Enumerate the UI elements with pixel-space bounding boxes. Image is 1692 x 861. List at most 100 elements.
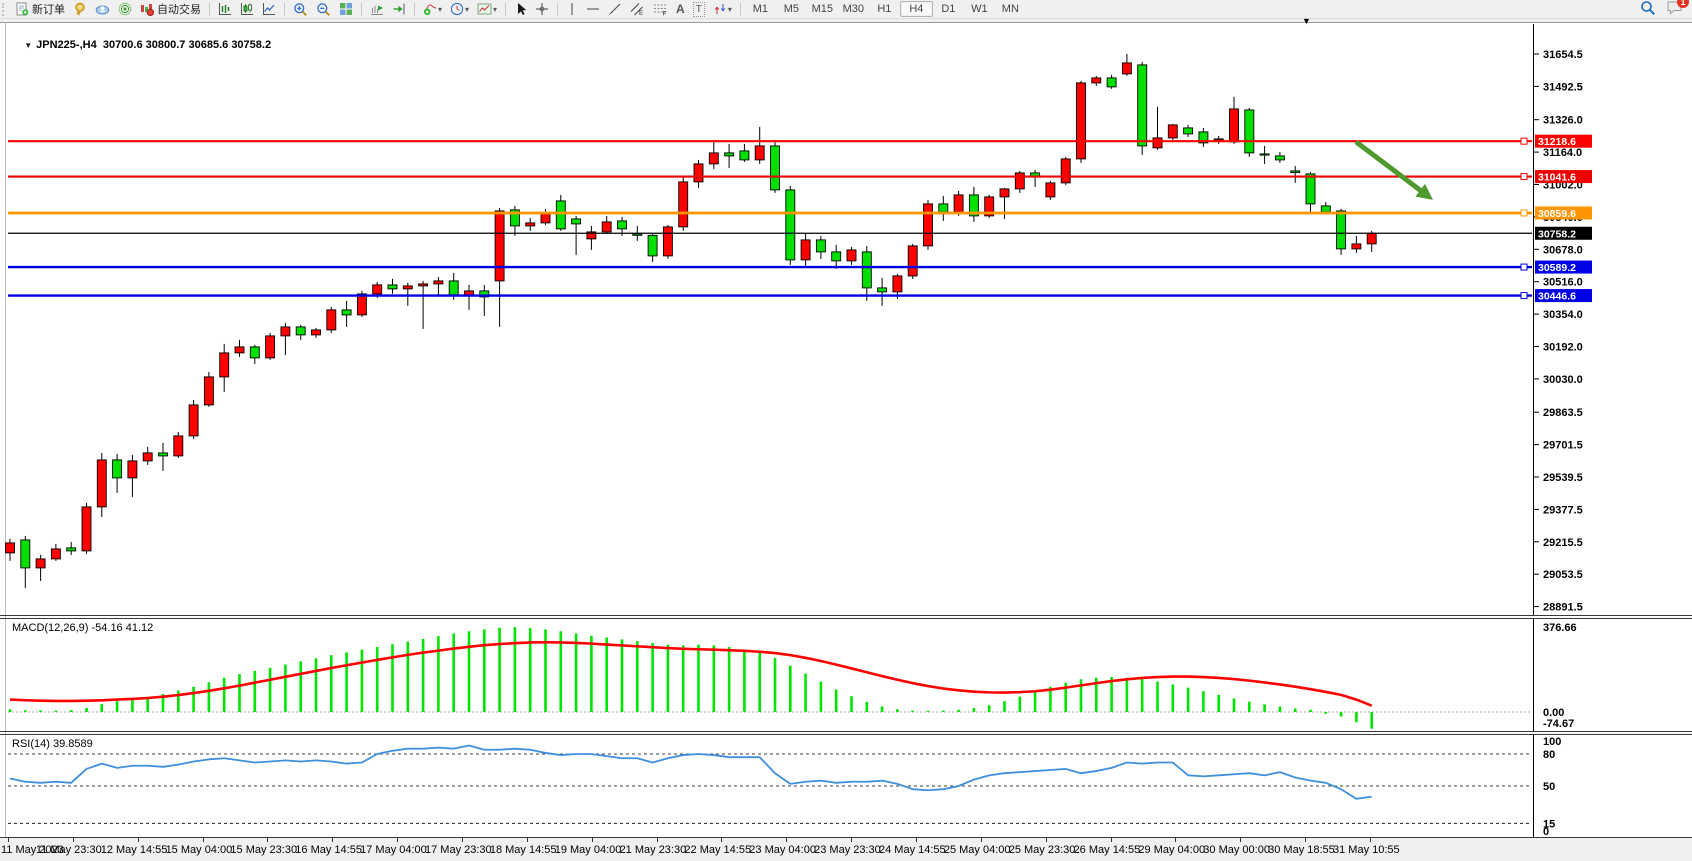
seal-button[interactable] xyxy=(69,0,91,18)
date-tick xyxy=(1240,838,1241,842)
trend-arrow-shaft[interactable] xyxy=(1356,142,1425,194)
hline-endpoint[interactable] xyxy=(1521,174,1527,180)
candle xyxy=(174,436,183,456)
timeframe-m5[interactable]: M5 xyxy=(776,2,807,16)
line-chart-button[interactable] xyxy=(258,0,280,18)
signals-button[interactable] xyxy=(114,0,136,18)
chat-button[interactable]: 1 xyxy=(1666,0,1684,18)
periodicity-button[interactable]: ▾ xyxy=(446,0,473,18)
auto-scroll-button[interactable] xyxy=(366,0,388,18)
candle xyxy=(755,146,764,160)
candle xyxy=(832,252,841,261)
candle xyxy=(51,549,60,559)
text-icon: A xyxy=(676,3,685,16)
hline-31041.6[interactable]: 31041.6 xyxy=(8,170,1592,184)
timeframe-h1[interactable]: H1 xyxy=(869,2,900,16)
chevron-down-icon: ▾ xyxy=(438,5,442,14)
horizontal-line-button[interactable] xyxy=(582,0,604,18)
arrows-button[interactable]: ▾ xyxy=(709,0,736,18)
hline-30859.6[interactable]: 30859.6 xyxy=(8,206,1592,220)
auto-trading-button[interactable]: 自动交易 xyxy=(136,0,205,18)
add-indicator-button[interactable]: ▾ xyxy=(419,0,446,18)
macd-panel[interactable]: 376.660.00-74.67 xyxy=(0,619,1692,731)
main-chart[interactable]: 31654.531492.531326.031164.031002.030840… xyxy=(0,24,1692,615)
community-button[interactable] xyxy=(91,0,114,18)
rsi-panel[interactable]: 1008050150 xyxy=(0,735,1692,837)
timeframe-m1[interactable]: M1 xyxy=(745,2,776,16)
symbol-ohlc-line[interactable]: ▼JPN225-,H4 30700.6 30800.7 30685.6 3075… xyxy=(12,27,271,63)
zoom-in-icon xyxy=(293,2,308,17)
timeframe-m15[interactable]: M15 xyxy=(807,2,838,16)
timeframe-h4[interactable]: H4 xyxy=(900,1,933,17)
hline-price-label: 31218.6 xyxy=(1538,136,1576,148)
hline-31218.6[interactable]: 31218.6 xyxy=(8,135,1592,149)
text-button[interactable]: A xyxy=(672,0,689,18)
candle xyxy=(1337,211,1346,249)
date-tick xyxy=(138,838,139,842)
candle xyxy=(816,240,825,252)
trendline-button[interactable] xyxy=(604,0,626,18)
hline-30758.2[interactable]: 30758.2 xyxy=(8,227,1592,241)
price-tick-label: 29053.5 xyxy=(1543,569,1583,581)
date-tick xyxy=(721,838,722,842)
high-value: 30800.7 xyxy=(146,39,186,51)
candle xyxy=(312,330,321,335)
panel-separator[interactable] xyxy=(0,731,1692,732)
hline-endpoint[interactable] xyxy=(1521,293,1527,299)
date-axis[interactable]: 11 May 202311 May 23:3012 May 14:5515 Ma… xyxy=(0,838,1692,861)
text-label-button[interactable]: T xyxy=(689,0,709,18)
hline-endpoint[interactable] xyxy=(1521,264,1527,270)
date-label: 18 May 14:55 xyxy=(490,844,557,856)
hline-price-label: 30589.2 xyxy=(1538,262,1576,274)
date-tick xyxy=(916,838,917,842)
candle xyxy=(403,286,412,289)
candle xyxy=(1122,63,1131,74)
tile-windows-button[interactable] xyxy=(335,0,357,18)
hline-30446.6[interactable]: 30446.6 xyxy=(8,289,1592,303)
hline-endpoint[interactable] xyxy=(1521,138,1527,144)
one-click-trading-icon[interactable]: ▼ xyxy=(24,41,32,50)
zoom-in-button[interactable] xyxy=(289,0,312,18)
candle xyxy=(1168,125,1177,138)
cursor-button[interactable] xyxy=(510,0,531,18)
hline-30589.2[interactable]: 30589.2 xyxy=(8,261,1592,275)
timeframe-w1[interactable]: W1 xyxy=(964,2,995,16)
price-tick-label: 31164.0 xyxy=(1543,147,1582,159)
templates-button[interactable]: ▾ xyxy=(473,0,501,18)
candle xyxy=(113,460,122,478)
crosshair-button[interactable] xyxy=(531,0,553,18)
candle xyxy=(266,336,275,358)
candle xyxy=(143,453,152,461)
zoom-out-icon xyxy=(316,2,331,17)
date-label: 21 May 23:30 xyxy=(620,844,687,856)
chart-shift-marker-icon[interactable]: ▼ xyxy=(1302,16,1311,26)
timeframe-d1[interactable]: D1 xyxy=(933,2,964,16)
fibonacci-icon: F xyxy=(653,2,668,16)
timeframe-m30[interactable]: M30 xyxy=(838,2,869,16)
date-label: 26 May 14:55 xyxy=(1074,844,1141,856)
equidistant-channel-button[interactable]: E xyxy=(626,0,649,18)
price-tick-label: 29863.5 xyxy=(1543,407,1583,419)
fibonacci-button[interactable]: F xyxy=(649,0,672,18)
candle xyxy=(725,153,734,156)
candle xyxy=(235,347,244,353)
search-icon[interactable] xyxy=(1640,0,1656,19)
hline-price-label: 30446.6 xyxy=(1538,291,1576,303)
panel-separator[interactable] xyxy=(0,615,1692,616)
candle xyxy=(495,211,504,281)
trend-arrow-annotation[interactable] xyxy=(1356,142,1433,200)
vertical-line-button[interactable] xyxy=(562,0,582,18)
signals-icon xyxy=(118,2,132,16)
new-order-button[interactable]: 新订单 xyxy=(11,0,69,18)
candlestick-chart-button[interactable] xyxy=(236,0,258,18)
toolbar-separator xyxy=(740,3,741,16)
timeframe-mn[interactable]: MN xyxy=(995,2,1026,16)
bar-chart-button[interactable] xyxy=(214,0,236,18)
date-label: 15 May 04:00 xyxy=(166,844,233,856)
toolbar-grip[interactable] xyxy=(2,3,9,16)
zoom-out-button[interactable] xyxy=(312,0,335,18)
price-tick-label: 31654.5 xyxy=(1543,49,1583,61)
hline-endpoint[interactable] xyxy=(1521,210,1527,216)
chart-shift-button[interactable] xyxy=(388,0,410,18)
candle xyxy=(709,153,718,164)
